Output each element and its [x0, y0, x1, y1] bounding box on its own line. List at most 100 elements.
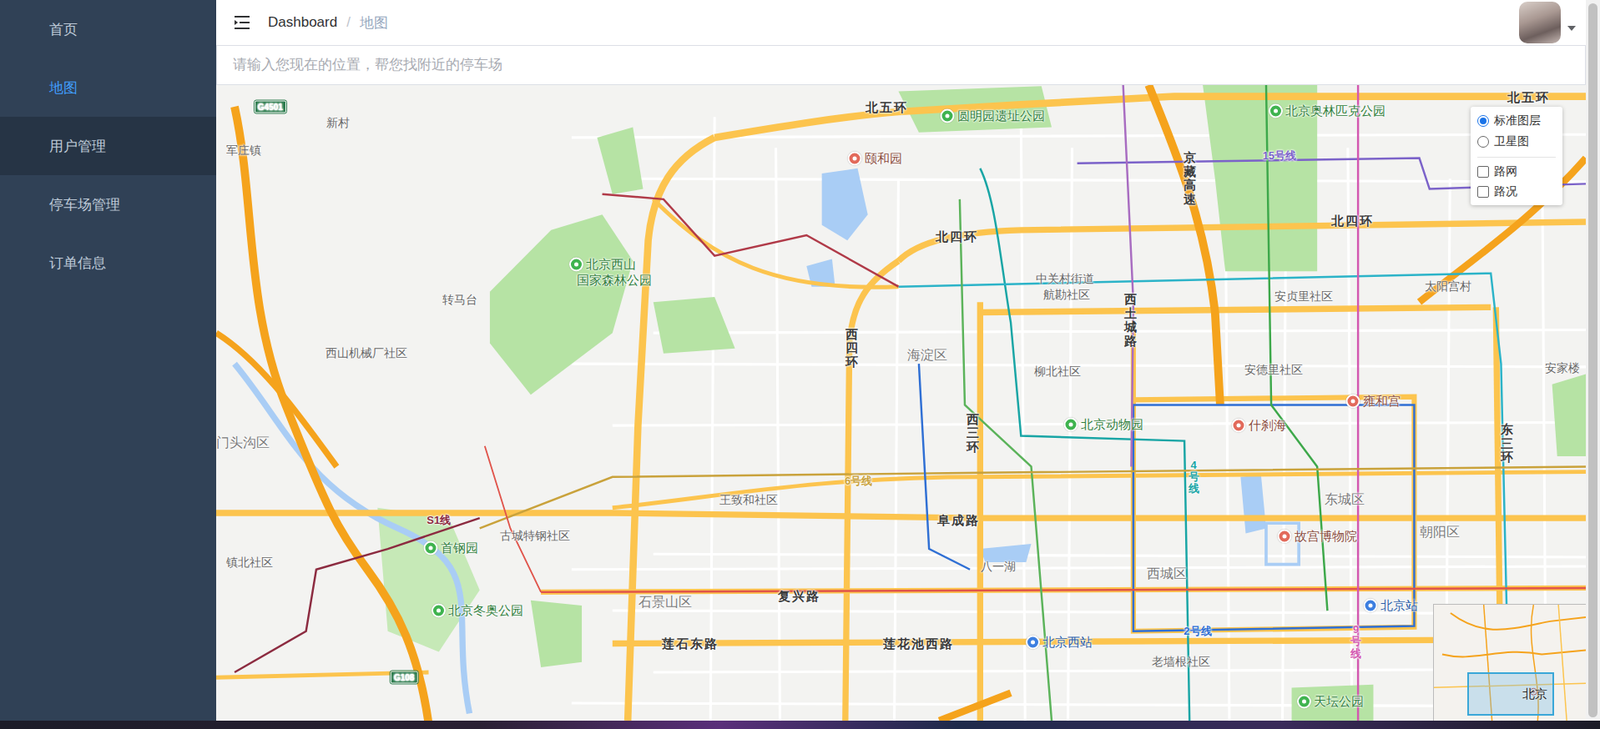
- map-label-district[interactable]: 门头沟区: [216, 434, 270, 453]
- map-label-place[interactable]: 安贞里社区: [1274, 289, 1333, 305]
- overview-map[interactable]: 北京: [1433, 604, 1586, 722]
- user-menu[interactable]: [1519, 1, 1576, 44]
- map-label-place[interactable]: 老墙根社区: [1151, 655, 1211, 671]
- map-label-place[interactable]: 中关村街道: [1035, 272, 1095, 288]
- overview-viewport[interactable]: 北京: [1467, 672, 1555, 717]
- layer-checkbox[interactable]: 路况: [1477, 182, 1556, 201]
- sidebar-item[interactable]: 用户管理: [0, 116, 217, 176]
- map-label-district[interactable]: 东城区: [1324, 490, 1365, 509]
- station-pin-icon[interactable]: [1363, 598, 1378, 613]
- map-label-metro[interactable]: 6号线: [844, 474, 873, 490]
- map-label-road[interactable]: 北五环: [1507, 89, 1550, 106]
- map-label-poi[interactable]: 雍和宫: [1346, 393, 1401, 409]
- map-label-place[interactable]: 安德里社区: [1244, 363, 1303, 379]
- park-pin-icon[interactable]: [569, 257, 584, 272]
- navbar: Dashboard/地图: [216, 0, 1586, 46]
- poi-pin-icon[interactable]: [1231, 418, 1247, 434]
- breadcrumb-item: 地图: [359, 13, 389, 33]
- map-label-metro[interactable]: S1线: [426, 513, 451, 529]
- map-label-district[interactable]: 海淀区: [907, 347, 948, 365]
- map-label-place[interactable]: 柳北社区: [1034, 364, 1081, 380]
- map-label-vroad[interactable]: 西土城路: [1124, 292, 1137, 349]
- layer-checkbox[interactable]: 路网: [1477, 156, 1556, 180]
- sidebar-item[interactable]: 停车场管理: [0, 175, 217, 234]
- map-label-district[interactable]: 西城区: [1146, 565, 1187, 583]
- park-pin-icon[interactable]: [1268, 103, 1283, 118]
- map-label-place[interactable]: 太阳宫村: [1424, 279, 1472, 295]
- map-label-place[interactable]: 古城特钢社区: [499, 529, 571, 545]
- poi-pin-icon[interactable]: [1277, 529, 1293, 545]
- map-label-station[interactable]: 北京西站: [1025, 635, 1093, 652]
- map-label-place[interactable]: 镇北社区: [226, 555, 273, 571]
- checkbox-icon[interactable]: [1477, 166, 1489, 178]
- search-box: [216, 45, 1586, 86]
- park-pin-icon[interactable]: [1064, 417, 1079, 432]
- map-label-vroad[interactable]: 东三环: [1500, 423, 1514, 466]
- poi-pin-icon[interactable]: [847, 151, 863, 166]
- map-label-road[interactable]: 北四环: [1331, 212, 1374, 229]
- map-label-vroad[interactable]: 京藏高速: [1183, 151, 1197, 207]
- sidebar-item[interactable]: 首页: [0, 0, 217, 59]
- scrollbar[interactable]: [1585, 0, 1600, 722]
- station-pin-icon[interactable]: [1025, 635, 1040, 651]
- park-pin-icon[interactable]: [940, 108, 955, 123]
- park-pin-icon[interactable]: [423, 540, 439, 556]
- map-label-shield[interactable]: G4501: [254, 100, 287, 113]
- map-label-shield[interactable]: G108: [390, 671, 418, 685]
- map-label-park[interactable]: 北京动物园: [1064, 416, 1144, 433]
- park-pin-icon[interactable]: [431, 604, 446, 619]
- map[interactable]: G4501新村军庄镇北五环圆明园遗址公园颐和园北京奥林匹克公园北五环北四环北四环…: [216, 85, 1586, 722]
- avatar[interactable]: [1519, 1, 1561, 44]
- hamburger-icon[interactable]: [232, 13, 252, 32]
- layer-radio[interactable]: 标准图层: [1477, 111, 1556, 130]
- map-label-road[interactable]: 复兴路: [777, 588, 821, 605]
- map-label-place[interactable]: 军庄镇: [226, 143, 262, 159]
- radio-icon[interactable]: [1477, 115, 1489, 127]
- bottom-strip: [0, 721, 1600, 729]
- map-label-park[interactable]: 北京冬奥公园: [431, 603, 524, 620]
- map-label-parkname[interactable]: 国家森林公园: [576, 272, 652, 289]
- map-label-vroad[interactable]: 西四环: [845, 328, 859, 370]
- map-label-poi[interactable]: 颐和园: [847, 150, 903, 167]
- park-pin-icon[interactable]: [1297, 694, 1312, 709]
- map-label-poi[interactable]: 故宫博物院: [1277, 529, 1358, 546]
- map-label-place[interactable]: 航勘社区: [1043, 287, 1091, 303]
- map-label-road[interactable]: 莲石东路: [661, 635, 719, 652]
- map-label-place[interactable]: 王致和社区: [719, 493, 778, 509]
- map-label-park[interactable]: 天坛公园: [1297, 693, 1364, 710]
- map-label-road[interactable]: 北五环: [865, 100, 909, 117]
- caret-down-icon[interactable]: [1567, 25, 1576, 31]
- map-label-park[interactable]: 北京西山: [569, 256, 636, 273]
- map-label-park[interactable]: 首钢园: [423, 540, 479, 556]
- map-label-road[interactable]: 阜成路: [937, 512, 980, 529]
- map-label-place[interactable]: 八一湖: [980, 560, 1016, 576]
- map-label-place[interactable]: 安家楼: [1544, 361, 1580, 377]
- poi-pin-icon[interactable]: [1346, 393, 1361, 409]
- breadcrumb-item[interactable]: Dashboard: [267, 14, 338, 31]
- checkbox-icon[interactable]: [1477, 186, 1489, 198]
- map-label-station[interactable]: 北京站: [1363, 597, 1419, 614]
- map-label-place[interactable]: 西山机械厂社区: [325, 346, 408, 362]
- layer-radio[interactable]: 卫星图: [1477, 132, 1556, 151]
- map-label-poi[interactable]: 什刹海: [1231, 418, 1287, 435]
- map-label-vmetro[interactable]: 9号线: [1350, 624, 1362, 661]
- map-label-metro[interactable]: 15号线: [1262, 148, 1297, 164]
- overview-label: 北京: [1522, 686, 1548, 703]
- sidebar-item[interactable]: 地图: [0, 58, 217, 117]
- map-label-road[interactable]: 莲花池西路: [883, 635, 954, 652]
- map-label-vroad[interactable]: 西三环: [966, 413, 980, 455]
- map-label-vmetro[interactable]: 4号线: [1188, 459, 1200, 495]
- map-label-road[interactable]: 北四环: [935, 229, 979, 246]
- map-label-park[interactable]: 圆明园遗址公园: [940, 107, 1045, 124]
- map-label-district[interactable]: 朝阳区: [1419, 524, 1460, 542]
- map-label-place[interactable]: 转马台: [442, 292, 478, 308]
- breadcrumb: Dashboard/地图: [267, 13, 389, 33]
- map-label-metro[interactable]: 2号线: [1183, 624, 1212, 640]
- map-label-district[interactable]: 石景山区: [638, 594, 692, 612]
- search-input[interactable]: [217, 45, 1585, 85]
- sidebar-item[interactable]: 订单信息: [0, 233, 217, 293]
- radio-icon[interactable]: [1477, 136, 1489, 148]
- map-label-place[interactable]: 新村: [326, 116, 350, 132]
- map-label-park[interactable]: 北京奥林匹克公园: [1268, 102, 1386, 119]
- scrollbar-thumb[interactable]: [1588, 3, 1598, 718]
